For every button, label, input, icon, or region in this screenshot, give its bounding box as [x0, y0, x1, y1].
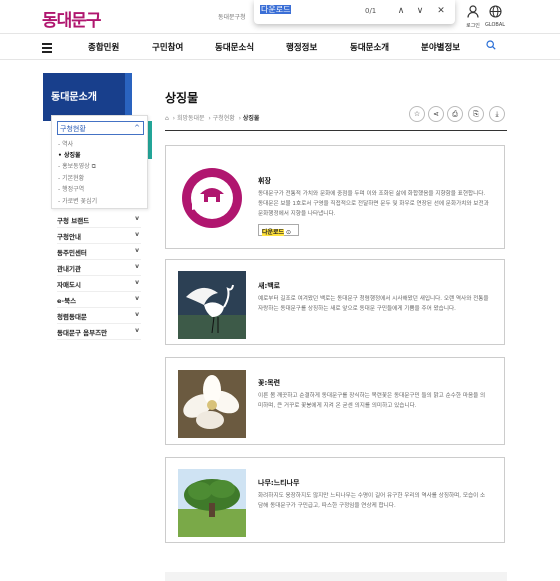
main-navigation: 종합민원 구민참여 동대문소식 행정정보 동대문소개 분야별정보: [0, 34, 560, 60]
sidebar-item-guide[interactable]: 구청안내 v: [57, 228, 141, 244]
find-close-button[interactable]: ✕: [434, 4, 448, 18]
chevron-down-icon: v: [135, 311, 139, 318]
bottom-section: [165, 572, 507, 581]
card-description: 동대문구가 전통적 가치와 문화에 중점을 두며 이와 조화된 삶에 화합했음을…: [258, 191, 489, 217]
emblem-image: [178, 164, 246, 232]
download-label: 다운로드: [262, 229, 285, 236]
chevron-down-icon: v: [135, 247, 139, 254]
find-next-button[interactable]: ∨: [413, 4, 427, 18]
chevron-down-icon: v: [135, 215, 139, 222]
card-title: 나무:느티나무: [258, 479, 300, 487]
symbol-card-tree: 나무:느티나무 화려하지도 웅장하지도 않지만 느티나무는 수명이 길어 유구한…: [165, 457, 505, 543]
print-button[interactable]: ⎙: [447, 106, 463, 122]
sidebar-decoration: [125, 73, 132, 121]
sidebar-title: 동대문소개: [43, 73, 132, 121]
site-logo[interactable]: 동대문구: [42, 6, 102, 31]
find-prev-button[interactable]: ∧: [394, 4, 408, 18]
find-count: 0/1: [365, 7, 377, 15]
download-button[interactable]: 다운로드 ⊙: [258, 224, 299, 236]
home-icon[interactable]: ⌂: [165, 115, 169, 122]
download-page-button[interactable]: ⤓: [489, 106, 505, 122]
download-icon: ⊙: [286, 229, 292, 236]
submenu-history[interactable]: - 역사: [58, 139, 73, 148]
submenu-basic-status[interactable]: - 기본현황: [58, 173, 84, 182]
magnolia-image: [178, 370, 246, 438]
breadcrumb-item[interactable]: 구청현황: [213, 115, 235, 122]
gnb-item-intro[interactable]: 동대문소개: [350, 41, 389, 53]
card-description: 화려하지도 웅장하지도 않지만 느티나무는 수명이 길어 유구한 우리의 역사를…: [258, 493, 486, 509]
search-icon[interactable]: [486, 40, 496, 53]
page-title: 상징물: [165, 91, 199, 105]
sidebar-item-ombudsman[interactable]: 동대문구 옴부즈만 v: [57, 324, 141, 340]
symbol-card-flower: 꽃:목련 이른 봄 깨끗하고 순결하게 동대문구를 장식하는 목련꽃은 동대문구…: [165, 357, 505, 445]
globe-icon: [482, 5, 508, 22]
card-description: 예로부터 길조로 여겨왔던 백로는 동대문구 청렴행정에서 시사해왔던 새입니다…: [258, 296, 489, 312]
chevron-down-icon: v: [135, 263, 139, 270]
sidebar-selected-menu[interactable]: 구청현황 ^: [57, 121, 144, 135]
symbol-card-emblem: 휘장 동대문구가 전통적 가치와 문화에 중점을 두며 이와 조화된 삶에 화합…: [165, 145, 505, 249]
submenu-video[interactable]: - 홍보동영상 ⧉: [58, 161, 96, 171]
submenu-districts[interactable]: - 행정구역: [58, 184, 84, 193]
zelkova-image: [178, 469, 246, 537]
gnb-item-civil[interactable]: 종합민원: [88, 41, 119, 53]
breadcrumb-item[interactable]: 희망동대문: [177, 115, 205, 122]
symbol-card-bird: 새:백로 예로부터 길조로 여겨왔던 백로는 동대문구 청렴행정에서 시사해왔던…: [165, 259, 505, 345]
global-label: GLOBAL: [484, 22, 506, 28]
sidebar-item-ebooks[interactable]: e-북스 v: [57, 292, 141, 308]
sidebar-item-agencies[interactable]: 관내기관 v: [57, 260, 141, 276]
submenu-flowers[interactable]: - 가로변 꽃심기: [58, 196, 97, 205]
sidebar-item-integrity[interactable]: 청렴동대문 v: [57, 308, 141, 324]
chevron-up-icon: ^: [134, 124, 140, 132]
breadcrumb-current: 상징물: [242, 115, 260, 122]
find-query: 다운로드: [260, 5, 292, 14]
breadcrumb: ⌂ › 희망동대문 › 구청현황 › 상징물: [165, 115, 260, 122]
card-title: 휘장: [258, 177, 271, 185]
card-title: 꽃:목련: [258, 379, 281, 387]
favorite-button[interactable]: ☆: [409, 106, 425, 122]
gnb-item-news[interactable]: 동대문소식: [215, 41, 254, 53]
chevron-down-icon: v: [135, 295, 139, 302]
share-button[interactable]: ⋖: [428, 106, 444, 122]
sidebar-item-brand[interactable]: 구청 브랜드 v: [57, 212, 141, 228]
title-divider: [165, 130, 507, 131]
gnb-item-admin[interactable]: 행정정보: [286, 41, 317, 53]
header-small-text: 동대문구청: [218, 14, 246, 21]
chevron-down-icon: v: [135, 231, 139, 238]
chevron-down-icon: v: [135, 279, 139, 286]
sidebar-selected-label: 구청현황: [60, 125, 86, 133]
menu-icon[interactable]: [42, 43, 52, 55]
sidebar-item-sister-cities[interactable]: 자매도시 v: [57, 276, 141, 292]
submenu-symbols[interactable]: • 상징물: [58, 150, 81, 159]
global-button[interactable]: GLOBAL: [482, 5, 508, 28]
gnb-item-participation[interactable]: 구민참여: [152, 41, 183, 53]
site-header: 동대문구 동대문구청 다운로드 0/1 ∧ ∨ ✕ 로그인 GLOBAL: [0, 0, 560, 34]
copy-button[interactable]: ⎘: [468, 106, 484, 122]
sidebar-submenu-box: 구청현황 ^ - 역사 • 상징물 - 홍보동영상 ⧉ - 기본현황 - 행정구…: [51, 115, 148, 209]
card-description: 이른 봄 깨끗하고 순결하게 동대문구를 장식하는 목련꽃은 동대문구민 들의 …: [258, 393, 486, 409]
sidebar-item-centers[interactable]: 동주민센터 v: [57, 244, 141, 260]
card-title: 새:백로: [258, 282, 281, 290]
gnb-item-fields[interactable]: 분야별정보: [421, 41, 460, 53]
egret-image: [178, 271, 246, 339]
chevron-down-icon: v: [135, 327, 139, 334]
